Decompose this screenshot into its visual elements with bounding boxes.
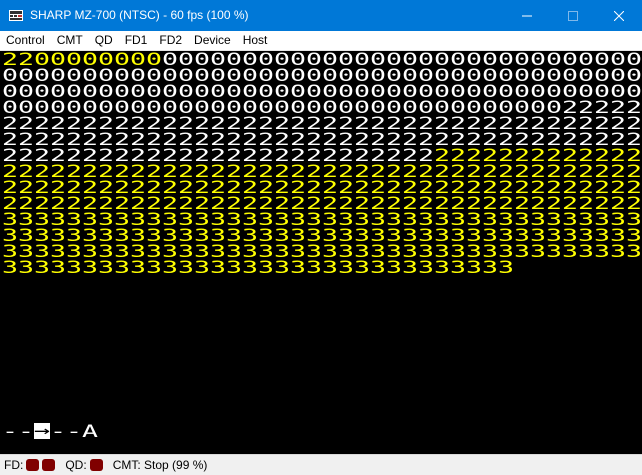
prompt-text-before: -- [2, 422, 34, 442]
maximize-button[interactable] [550, 0, 596, 31]
menu-cmt[interactable]: CMT [51, 31, 89, 50]
qd-label: QD: [65, 458, 87, 472]
close-button[interactable] [596, 0, 642, 31]
menu-qd[interactable]: QD [89, 31, 119, 50]
qd-drive-led [89, 459, 103, 471]
window-title: SHARP MZ-700 (NTSC) - 60 fps (100 %) [30, 8, 249, 22]
menu-control[interactable]: Control [0, 31, 51, 50]
emulator-screen[interactable]: 2200000000 000000000000000000000000000000… [0, 51, 642, 454]
app-icon[interactable] [8, 8, 24, 24]
screen-text-row-13: 33333333333333333333333333333333 [2, 258, 514, 278]
menu-host[interactable]: Host [237, 31, 274, 50]
minimize-button[interactable] [504, 0, 550, 31]
minimize-icon [522, 15, 532, 16]
fd-drive-1-led [26, 459, 40, 471]
menu-device[interactable]: Device [188, 31, 237, 50]
menu-bar: Control CMT QD FD1 FD2 Device Host [0, 31, 642, 51]
maximize-icon [568, 10, 578, 21]
menu-fd2[interactable]: FD2 [153, 31, 188, 50]
menu-fd1[interactable]: FD1 [119, 31, 154, 50]
status-bar: FD: QD: CMT: Stop (99 %) [0, 454, 642, 475]
prompt-text-after: --A [50, 422, 98, 442]
cmt-status: CMT: Stop (99 %) [112, 458, 208, 472]
title-bar[interactable]: SHARP MZ-700 (NTSC) - 60 fps (100 %) [0, 0, 642, 31]
close-icon [614, 10, 624, 21]
emulator-window: SHARP MZ-700 (NTSC) - 60 fps (100 %) Con… [0, 0, 642, 475]
fd-label: FD: [4, 458, 24, 472]
cursor-arrow-icon: → [34, 421, 50, 441]
fd-drive-2-led [42, 459, 56, 471]
screen-display: 2200000000 000000000000000000000000000000… [2, 51, 642, 442]
